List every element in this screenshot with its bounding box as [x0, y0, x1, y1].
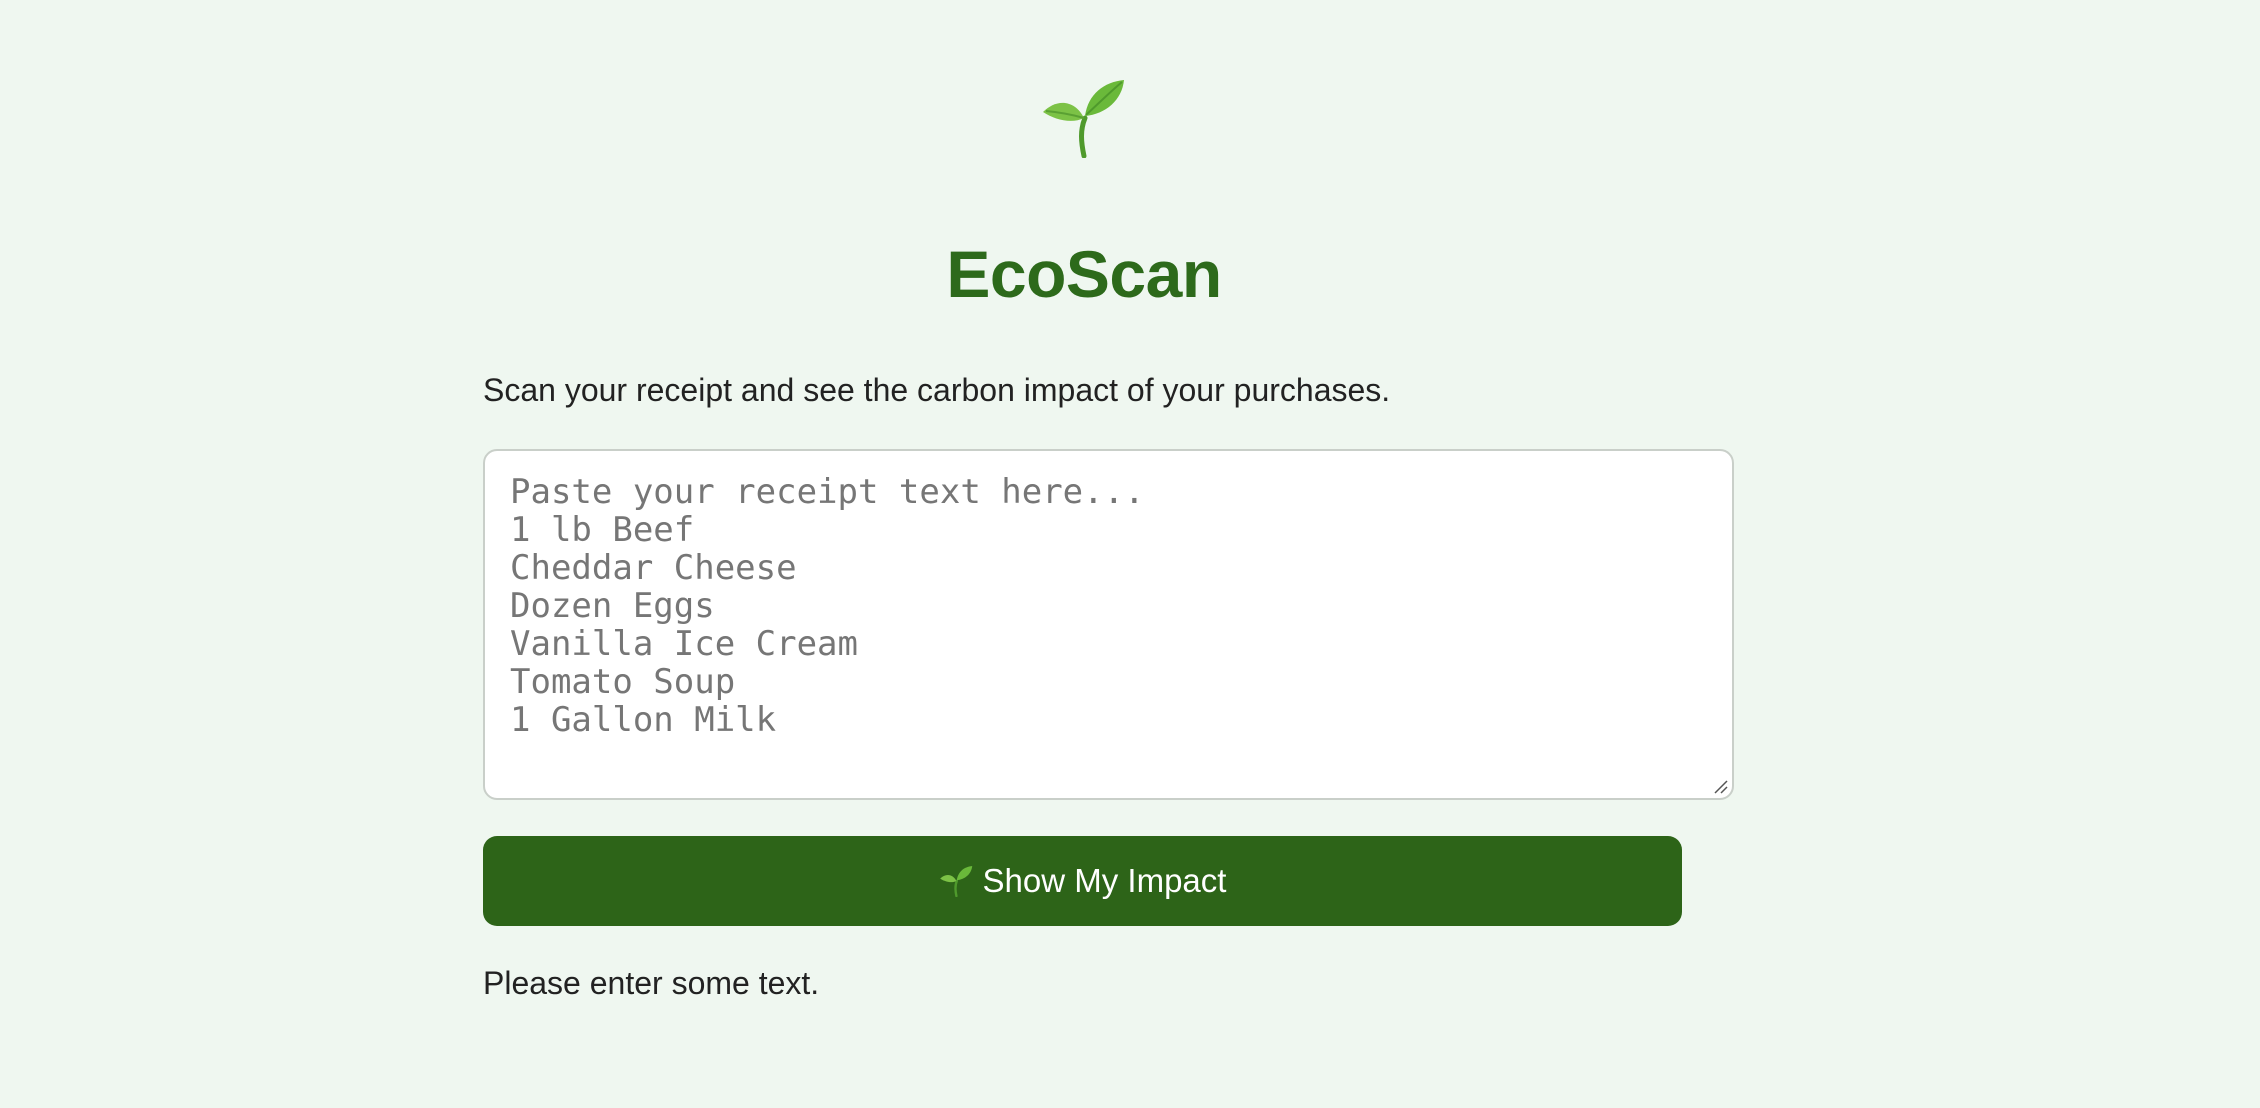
receipt-input-text: Paste your receipt text here... 1 lb Bee… — [510, 472, 1145, 740]
status-message: Please enter some text. — [483, 965, 820, 1001]
page-description: Scan your receipt and see the carbon imp… — [483, 372, 1391, 408]
resize-handle-icon[interactable] — [1712, 778, 1728, 794]
show-impact-button[interactable]: Show My Impact — [483, 836, 1682, 926]
page-title: EcoScan — [946, 237, 1222, 311]
seedling-icon — [1043, 80, 1124, 158]
seedling-icon — [939, 865, 972, 897]
show-impact-button-label: Show My Impact — [982, 862, 1227, 899]
receipt-input[interactable]: Paste your receipt text here... 1 lb Bee… — [483, 449, 1734, 800]
